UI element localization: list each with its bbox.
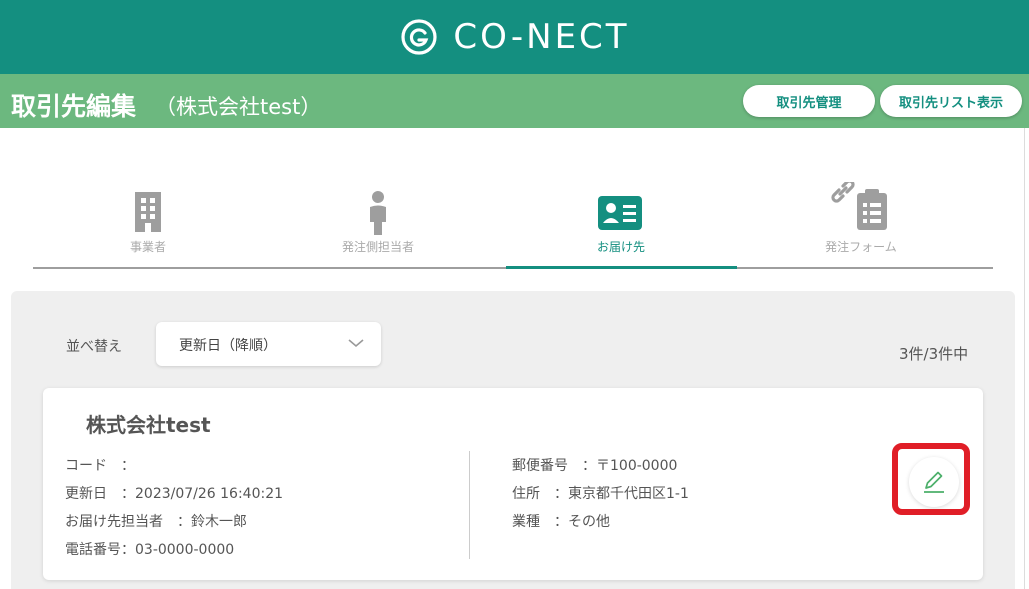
result-count: 3件/3件中 (899, 345, 969, 363)
tab-label: お届け先 (596, 240, 645, 254)
tab-order-form[interactable]: 発注フォーム (746, 180, 976, 268)
partner-manage-button[interactable]: 取引先管理 (743, 85, 875, 117)
page-title: 取引先編集 (11, 92, 137, 121)
code-field: コード ： (65, 458, 135, 474)
tab-label: 発注フォーム (825, 240, 897, 254)
tab-bar: 事業者 発注側担当者 お届け先 発注フォーム (33, 180, 993, 270)
tab-label: 発注側担当者 (341, 240, 414, 254)
contact-field: お届け先担当者 ：鈴木一郎 (65, 514, 247, 530)
phone-field: 電話番号：03-0000-0000 (65, 542, 235, 558)
page-subtitle: （株式会社test） (155, 95, 322, 119)
logo: CO-NECT (399, 17, 629, 57)
clipboard-link-icon (831, 182, 887, 230)
partner-list-button[interactable]: 取引先リスト表示 (880, 85, 1022, 117)
card-divider (469, 451, 470, 559)
highlight-box (892, 443, 970, 515)
logo-text: CO-NECT (453, 17, 630, 57)
top-header: CO-NECT (0, 0, 1029, 74)
delivery-card: 株式会社test コード ： 更新日 ：2023/07/26 16:40:21 … (43, 388, 983, 580)
delivery-name: 株式会社test (86, 413, 211, 437)
tab-business[interactable]: 事業者 (33, 180, 263, 268)
tab-orderer-contact[interactable]: 発注側担当者 (263, 180, 493, 268)
sort-label: 並べ替え (66, 339, 122, 355)
sort-value: 更新日（降順） (179, 338, 277, 354)
person-icon (370, 191, 386, 235)
tab-label: 事業者 (129, 240, 166, 254)
tab-active-indicator (506, 266, 737, 269)
tab-delivery[interactable]: お届け先 (506, 180, 736, 268)
page-edge (1024, 128, 1025, 589)
building-icon (135, 192, 161, 232)
updated-field: 更新日 ：2023/07/26 16:40:21 (65, 486, 284, 502)
delivery-list-panel: 並べ替え 更新日（降順） 3件/3件中 株式会社test コード ： 更新日 ：… (11, 291, 1015, 589)
sort-select[interactable]: 更新日（降順） (156, 322, 381, 366)
chevron-down-icon (348, 339, 364, 348)
postal-field: 郵便番号 ：〒100-0000 (512, 458, 678, 474)
title-bar: 取引先編集 （株式会社test） 取引先管理 取引先リスト表示 (0, 74, 1029, 128)
contact-card-icon (598, 196, 642, 230)
logo-mark-icon (401, 19, 438, 55)
industry-field: 業種 ：その他 (512, 514, 610, 530)
address-field: 住所 ：東京都千代田区1-1 (512, 486, 689, 502)
